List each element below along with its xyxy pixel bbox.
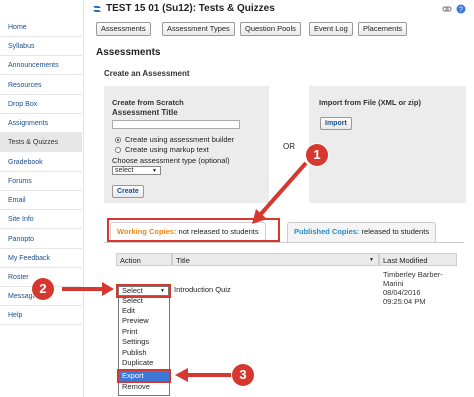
create-heading: Create an Assessment	[104, 69, 190, 78]
assessment-type-label: Choose assessment type (optional)	[112, 156, 230, 165]
sidebar-item-my-feedback[interactable]: My Feedback	[0, 249, 82, 268]
callout-1: 1	[306, 144, 328, 166]
import-heading: Import from File (XML or zip)	[319, 98, 421, 107]
tab-divider	[104, 242, 464, 243]
assessment-type-value: select	[115, 167, 134, 174]
modified-time: 09:25:04 PM	[383, 297, 426, 306]
tab-published-copies[interactable]: Published Copies: released to students	[287, 222, 437, 242]
help-icon[interactable]: ?	[456, 4, 466, 14]
sidebar-item-tests-quizzes[interactable]: Tests & Quizzes	[0, 133, 82, 152]
link-icon[interactable]	[442, 4, 452, 14]
import-panel: Import from File (XML or zip) Import	[309, 86, 466, 203]
sidebar-item-help[interactable]: Help	[0, 306, 82, 325]
quiz-title[interactable]: Introduction Quiz	[174, 285, 231, 294]
modified-by-line-2: Marini	[383, 279, 404, 288]
modified-date: 08/04/2016	[383, 288, 421, 297]
option-edit[interactable]: Edit	[119, 306, 169, 316]
sidebar-item-announcements[interactable]: Announcements	[0, 56, 82, 75]
modified-by-line-1: Timberley Barber-	[383, 270, 443, 279]
sidebar-item-email[interactable]: Email	[0, 191, 82, 210]
or-label: OR	[283, 142, 295, 151]
section-heading: Assessments	[96, 47, 161, 58]
sidebar-item-home[interactable]: Home	[0, 18, 82, 37]
assessment-title-label: Assessment Title	[112, 108, 178, 117]
col-header-title[interactable]: Title ▼	[172, 253, 379, 266]
col-header-last-modified: Last Modified	[379, 253, 457, 266]
radio-markup-row[interactable]: Create using markup text	[115, 145, 209, 154]
event-log-button[interactable]: Event Log	[309, 22, 353, 36]
sidebar-item-drop-box[interactable]: Drop Box	[0, 95, 82, 114]
option-publish[interactable]: Publish	[119, 348, 169, 358]
sidebar-item-panopto[interactable]: Panopto	[0, 230, 82, 249]
sidebar-item-gradebook[interactable]: Gradebook	[0, 153, 82, 172]
assessment-title-input[interactable]	[112, 120, 240, 129]
sidebar: Home Syllabus Announcements Resources Dr…	[0, 0, 84, 397]
callout-2: 2	[32, 278, 54, 300]
option-remove[interactable]: Remove	[119, 382, 169, 392]
chevron-down-icon: ▼	[152, 168, 157, 174]
page-title: TEST 15 01 (Su12): Tests & Quizzes	[106, 3, 275, 14]
question-pools-button[interactable]: Question Pools	[240, 22, 301, 36]
radio-builder-row[interactable]: Create using assessment builder	[115, 135, 234, 144]
sidebar-item-site-info[interactable]: Site Info	[0, 210, 82, 229]
sidebar-item-syllabus[interactable]: Syllabus	[0, 37, 82, 56]
placements-button[interactable]: Placements	[358, 22, 408, 36]
scratch-heading: Create from Scratch	[112, 98, 184, 107]
published-tab-suffix: released to students	[359, 227, 430, 236]
assessment-types-button[interactable]: Assessment Types	[162, 22, 235, 36]
import-button[interactable]: Import	[320, 117, 352, 130]
option-duplicate[interactable]: Duplicate	[119, 358, 169, 368]
col-header-title-label: Title	[176, 256, 190, 265]
callout-3: 3	[232, 364, 254, 386]
page-header: TEST 15 01 (Su12): Tests & Quizzes ?	[84, 0, 474, 19]
sort-arrow-icon: ▼	[369, 257, 374, 263]
sidebar-item-forums[interactable]: Forums	[0, 172, 82, 191]
tests-quizzes-icon	[93, 6, 101, 12]
radio-markup-label: Create using markup text	[125, 145, 209, 154]
sidebar-item-assignments[interactable]: Assignments	[0, 114, 82, 133]
radio-builder[interactable]	[115, 137, 121, 143]
sidebar-item-resources[interactable]: Resources	[0, 76, 82, 95]
col-header-action: Action	[116, 253, 172, 266]
assessments-button[interactable]: Assessments	[96, 22, 151, 36]
radio-builder-label: Create using assessment builder	[125, 135, 235, 144]
create-button[interactable]: Create	[112, 185, 144, 198]
create-from-scratch-panel: Create from Scratch Assessment Title Cre…	[104, 86, 269, 203]
working-tab-highlight	[107, 218, 280, 242]
option-print[interactable]: Print	[119, 327, 169, 337]
last-modified-cell: Timberley Barber- Marini 08/04/2016 09:2…	[383, 270, 473, 306]
export-highlight	[117, 369, 171, 383]
assessment-type-select[interactable]: select ▼	[112, 166, 161, 175]
action-select-highlight	[116, 284, 171, 298]
radio-markup[interactable]	[115, 147, 121, 153]
published-tab-prefix: Published Copies:	[294, 227, 360, 236]
option-preview[interactable]: Preview	[119, 316, 169, 326]
svg-text:?: ?	[459, 7, 463, 14]
option-settings[interactable]: Settings	[119, 337, 169, 347]
